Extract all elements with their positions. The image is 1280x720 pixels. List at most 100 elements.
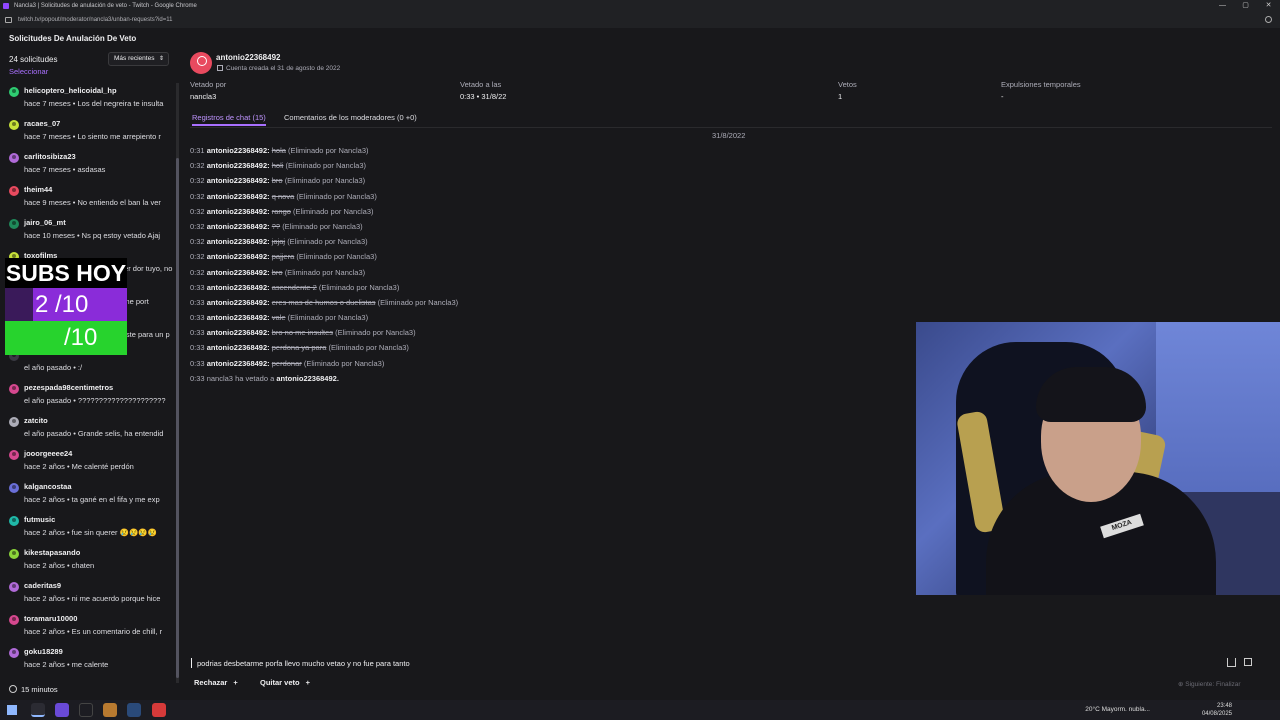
ban-target[interactable]: antonio22368492.	[276, 374, 339, 383]
stat-value: nancla3	[190, 92, 217, 101]
app-icon[interactable]	[55, 703, 69, 717]
chat-time: 0:32	[190, 252, 205, 262]
close-button[interactable]: ✕	[1257, 0, 1280, 12]
chat-username[interactable]: antonio22368492:	[207, 222, 270, 231]
user-avatar-icon	[9, 153, 19, 163]
request-preview: hace 2 años • Es un comentario de chill,…	[24, 627, 163, 636]
tab-mod-comments[interactable]: Comentarios de los moderadores (0 +0)	[284, 113, 417, 122]
chat-message-deleted: ascendente 2	[271, 282, 317, 292]
request-item[interactable]: futmusic hace 2 años • fue sin querer 😢😢😢…	[0, 512, 176, 545]
request-item[interactable]: jairo_06_mt hace 10 meses • Ns pq estoy v…	[0, 215, 176, 248]
chat-username[interactable]: antonio22368492:	[207, 237, 270, 246]
deleted-by-note: (Eliminado por Nancla3)	[328, 343, 409, 353]
request-preview: el año pasado • :/	[24, 363, 83, 372]
deleted-by-note: (Eliminado por Nancla3)	[293, 206, 374, 216]
user-avatar-icon	[9, 549, 19, 559]
request-item[interactable]: carlitosibiza23 hace 7 meses • asdasas	[0, 149, 176, 182]
reply-marker	[191, 658, 192, 668]
deleted-by-note: (Eliminado por Nancla3)	[288, 146, 369, 155]
minimize-button[interactable]: —	[1211, 0, 1234, 12]
address-bar[interactable]: twitch.tv/popout/moderator/nancla3/unban…	[0, 12, 1280, 28]
request-item[interactable]: kikestapasando hace 2 años • chaten	[0, 545, 176, 578]
sort-label: Más recientes	[114, 55, 155, 62]
chrome-app-icon[interactable]	[31, 703, 45, 717]
deny-button[interactable]: Rechazar +	[194, 678, 238, 687]
deleted-by-note: (Eliminado por Nancla3)	[335, 328, 416, 338]
chat-username[interactable]: antonio22368492:	[207, 283, 270, 292]
stat-label: Expulsiones temporales	[1001, 80, 1081, 89]
plus-icon[interactable]: +	[233, 678, 237, 687]
stat-timeouts: Expulsiones temporales -	[1001, 80, 1081, 101]
chat-line: 0:32 antonio22368492: bro (Eliminado por…	[190, 265, 458, 280]
deleted-by-note: (Eliminado por Nancla3)	[296, 191, 377, 201]
url-text[interactable]: twitch.tv/popout/moderator/nancla3/unban…	[18, 17, 173, 23]
chat-username[interactable]: antonio22368492:	[207, 313, 270, 322]
chat-username[interactable]: antonio22368492:	[207, 359, 270, 368]
taskbar-clock[interactable]: 23:48 04/08/2025	[1202, 702, 1232, 718]
weather-widget[interactable]: 20°C Mayorm. nubla...	[1085, 706, 1150, 713]
share-icon[interactable]	[1227, 658, 1236, 667]
ban-event-line: 0:33 nancla3 ha vetado a antonio22368492…	[190, 371, 458, 386]
request-preview: hace 2 años • fue sin querer 😢😢😢😢	[24, 528, 157, 537]
unban-button[interactable]: Quitar veto +	[260, 678, 310, 687]
sort-dropdown[interactable]: Más recientes ⇕	[108, 52, 169, 66]
chat-username[interactable]: antonio22368492:	[207, 207, 270, 216]
zoom-icon[interactable]	[1265, 16, 1272, 23]
sidebar-footer: 15 minutos	[9, 685, 58, 694]
app-icon[interactable]	[103, 703, 117, 717]
profile-username[interactable]: antonio22368492	[216, 53, 280, 62]
window-controls: — ▢ ✕	[1211, 0, 1280, 12]
ban-text: ha vetado a	[235, 373, 275, 383]
request-username: jairo_06_mt	[24, 218, 66, 227]
chat-username[interactable]: antonio22368492:	[207, 176, 270, 185]
request-item[interactable]: jooorgeeee24 hace 2 años • Me calenté per…	[0, 446, 176, 479]
reply-text: podrias desbetarme porfa llevo mucho vet…	[197, 659, 410, 668]
chat-username[interactable]: antonio22368492:	[207, 192, 270, 201]
chat-line: 0:33 antonio22368492: perdona ya para (E…	[190, 340, 458, 355]
sidebar-scrollbar[interactable]	[176, 83, 179, 683]
tab-chat-logs[interactable]: Registros de chat (15)	[192, 113, 266, 126]
request-item[interactable]: theim44 hace 9 meses • No entiendo el ban…	[0, 182, 176, 215]
chat-username[interactable]: antonio22368492:	[207, 343, 270, 352]
chat-username[interactable]: antonio22368492:	[207, 298, 270, 307]
chat-username[interactable]: antonio22368492:	[207, 252, 270, 261]
deny-label: Rechazar	[194, 678, 228, 687]
chat-username[interactable]: antonio22368492:	[207, 328, 270, 337]
request-item[interactable]: goku18289 hace 2 años • me calente	[0, 644, 176, 677]
scrollbar-thumb[interactable]	[176, 158, 179, 678]
request-preview: hace 7 meses • Lo siento me arrepiento r	[24, 132, 161, 141]
site-info-icon[interactable]	[5, 17, 12, 23]
deleted-by-note: (Eliminado por Nancla3)	[284, 267, 366, 277]
request-item[interactable]: kalgancostaa hace 2 años • ta gané en el …	[0, 479, 176, 512]
chat-username[interactable]: antonio22368492:	[207, 146, 270, 155]
chat-message-deleted: jajaj	[271, 237, 286, 247]
request-item[interactable]: racaes_07 hace 7 meses • Lo siento me arr…	[0, 116, 176, 149]
overlay-row1-value: 2 /10	[35, 291, 89, 318]
popout-icon[interactable]	[1244, 658, 1252, 666]
chat-time: 0:32	[190, 237, 205, 247]
request-username: caderitas9	[24, 581, 62, 590]
chat-line: 0:32 antonio22368492: holi (Eliminado po…	[190, 158, 458, 173]
user-avatar	[190, 52, 212, 74]
request-item[interactable]: zatcito el año pasado • Grande selis, ha …	[0, 413, 176, 446]
request-item[interactable]: caderitas9 hace 2 años • ni me acuerdo po…	[0, 578, 176, 611]
chat-log: 0:31 antonio22368492: hola (Eliminado po…	[190, 143, 458, 386]
steam-app-icon[interactable]	[127, 703, 141, 717]
next-finalize-button[interactable]: ⊕ Siguiente: Finalizar	[1178, 680, 1241, 688]
request-item[interactable]: helicoptero_helicoidal_hp hace 7 meses • …	[0, 83, 176, 116]
unban-label: Quitar veto	[260, 678, 300, 687]
request-item[interactable]: toramaru10000 hace 2 años • Es un comenta…	[0, 611, 176, 644]
request-item[interactable]: pezespada98centimetros el año pasado • ??…	[0, 380, 176, 413]
plus-icon[interactable]: +	[306, 678, 310, 687]
maximize-button[interactable]: ▢	[1234, 0, 1257, 12]
windows-start-icon[interactable]	[7, 705, 17, 715]
request-preview: hace 2 años • Me calenté perdón	[24, 462, 134, 471]
chat-username[interactable]: antonio22368492:	[207, 161, 270, 170]
app-icon[interactable]	[152, 703, 166, 717]
app-icon[interactable]	[79, 703, 93, 717]
chat-message-deleted: bro	[271, 176, 283, 186]
ban-actor[interactable]: nancla3	[207, 374, 233, 383]
request-username: toramaru10000	[24, 614, 78, 623]
select-link[interactable]: Seleccionar	[9, 67, 48, 76]
chat-username[interactable]: antonio22368492:	[207, 268, 270, 277]
